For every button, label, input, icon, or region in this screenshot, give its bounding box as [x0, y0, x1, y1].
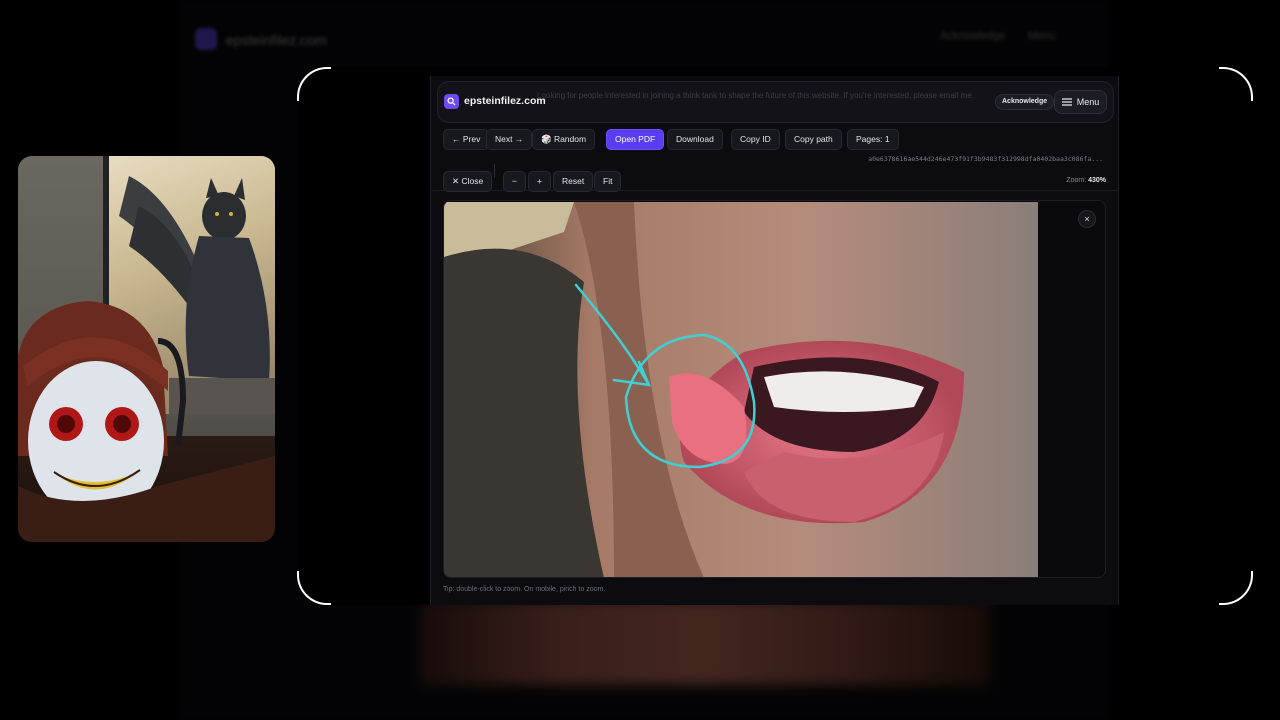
webcam-overlay [18, 156, 275, 542]
pages-count: Pages: 1 [847, 129, 899, 150]
mouth-closeup-photo [444, 202, 1038, 577]
fit-button[interactable]: Fit [594, 171, 622, 192]
random-button[interactable]: 🎲 Random [532, 129, 596, 150]
top-bar: epsteinfilez.com Looking for people inte… [437, 81, 1114, 123]
background-site-name: epsteinfilez.com [226, 32, 327, 48]
masked-streamer-image [18, 301, 275, 542]
open-pdf-button[interactable]: Open PDF [606, 129, 665, 150]
browser-frame: epsteinfilez.com Looking for people inte… [297, 67, 1253, 605]
copy-id-button[interactable]: Copy ID [731, 129, 780, 150]
zoom-value: 430% [1088, 177, 1106, 184]
background-menu: Menu [1028, 30, 1056, 42]
header-divider [431, 190, 1118, 191]
background-acknowledge: Acknowledge [940, 30, 1006, 42]
toolbar-separator [494, 164, 495, 178]
copy-path-button[interactable]: Copy path [785, 129, 842, 150]
frame-corner-bottom-right [1219, 571, 1253, 605]
menu-button[interactable]: Menu [1054, 90, 1107, 114]
zoomed-document-image[interactable] [444, 202, 1038, 577]
background-image [420, 600, 990, 685]
close-viewer-button[interactable]: ✕ Close [443, 171, 493, 192]
hamburger-menu-icon [1061, 98, 1072, 106]
search-icon[interactable] [444, 94, 459, 109]
download-button[interactable]: Download [667, 129, 723, 150]
background-header: epsteinfilez.com Acknowledge Menu [180, 20, 1110, 60]
document-hash[interactable]: a0e6378616ae544d246e473f91f3b9483f312998… [841, 155, 1103, 163]
zoom-prefix: Zoom: [1066, 177, 1089, 184]
epsteinfilez-app: epsteinfilez.com Looking for people inte… [430, 76, 1119, 605]
prev-button[interactable]: ← Prev [443, 129, 490, 150]
zoom-tip: Tip: double-click to zoom. On mobile, pi… [443, 586, 606, 593]
zoom-in-button[interactable]: + [528, 171, 551, 192]
viewer-close-icon[interactable]: × [1078, 210, 1096, 228]
site-name[interactable]: epsteinfilez.com [464, 95, 546, 107]
background-logo-icon [195, 28, 217, 50]
frame-corner-top-right [1219, 67, 1253, 101]
notice-text: Looking for people interested in joining… [537, 91, 974, 100]
zoom-indicator: Zoom: 430% [1031, 177, 1106, 184]
zoom-out-button[interactable]: − [503, 171, 526, 192]
acknowledge-button[interactable]: Acknowledge [995, 94, 1055, 110]
reset-zoom-button[interactable]: Reset [553, 171, 594, 192]
document-viewer[interactable]: × [443, 200, 1106, 578]
next-button[interactable]: Next → [486, 129, 533, 150]
menu-label: Menu [1076, 97, 1100, 107]
